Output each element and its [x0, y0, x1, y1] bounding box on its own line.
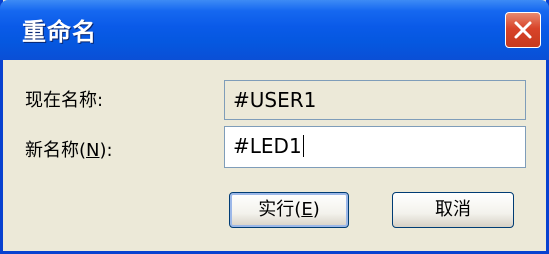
execute-button[interactable]: 实行(E)	[229, 192, 349, 228]
execute-button-suffix: )	[312, 199, 320, 220]
close-button[interactable]	[505, 12, 541, 48]
current-name-label: 现在名称:	[25, 90, 104, 111]
execute-button-label: 实行(	[258, 199, 302, 220]
cancel-button[interactable]: 取消	[392, 192, 514, 228]
text-caret	[302, 135, 304, 157]
current-name-value: #USER1	[233, 88, 317, 112]
new-name-accelerator: N	[86, 140, 100, 161]
new-name-label: 新名称(N):	[25, 136, 113, 162]
new-name-label-suffix: ):	[99, 140, 113, 161]
title-bar[interactable]: 重命名	[0, 0, 549, 60]
rename-dialog: 重命名 现在名称: #USER1 新名称(N): #LED1 实行(E) 取消	[0, 0, 549, 254]
cancel-button-label: 取消	[435, 199, 471, 220]
new-name-label-text: 新名称(	[25, 140, 87, 161]
dialog-title: 重命名	[22, 18, 97, 46]
current-name-field: #USER1	[224, 80, 526, 120]
close-icon	[514, 21, 532, 39]
execute-accelerator: E	[301, 199, 313, 220]
new-name-value: #LED1	[233, 134, 302, 158]
new-name-input[interactable]: #LED1	[224, 126, 526, 168]
